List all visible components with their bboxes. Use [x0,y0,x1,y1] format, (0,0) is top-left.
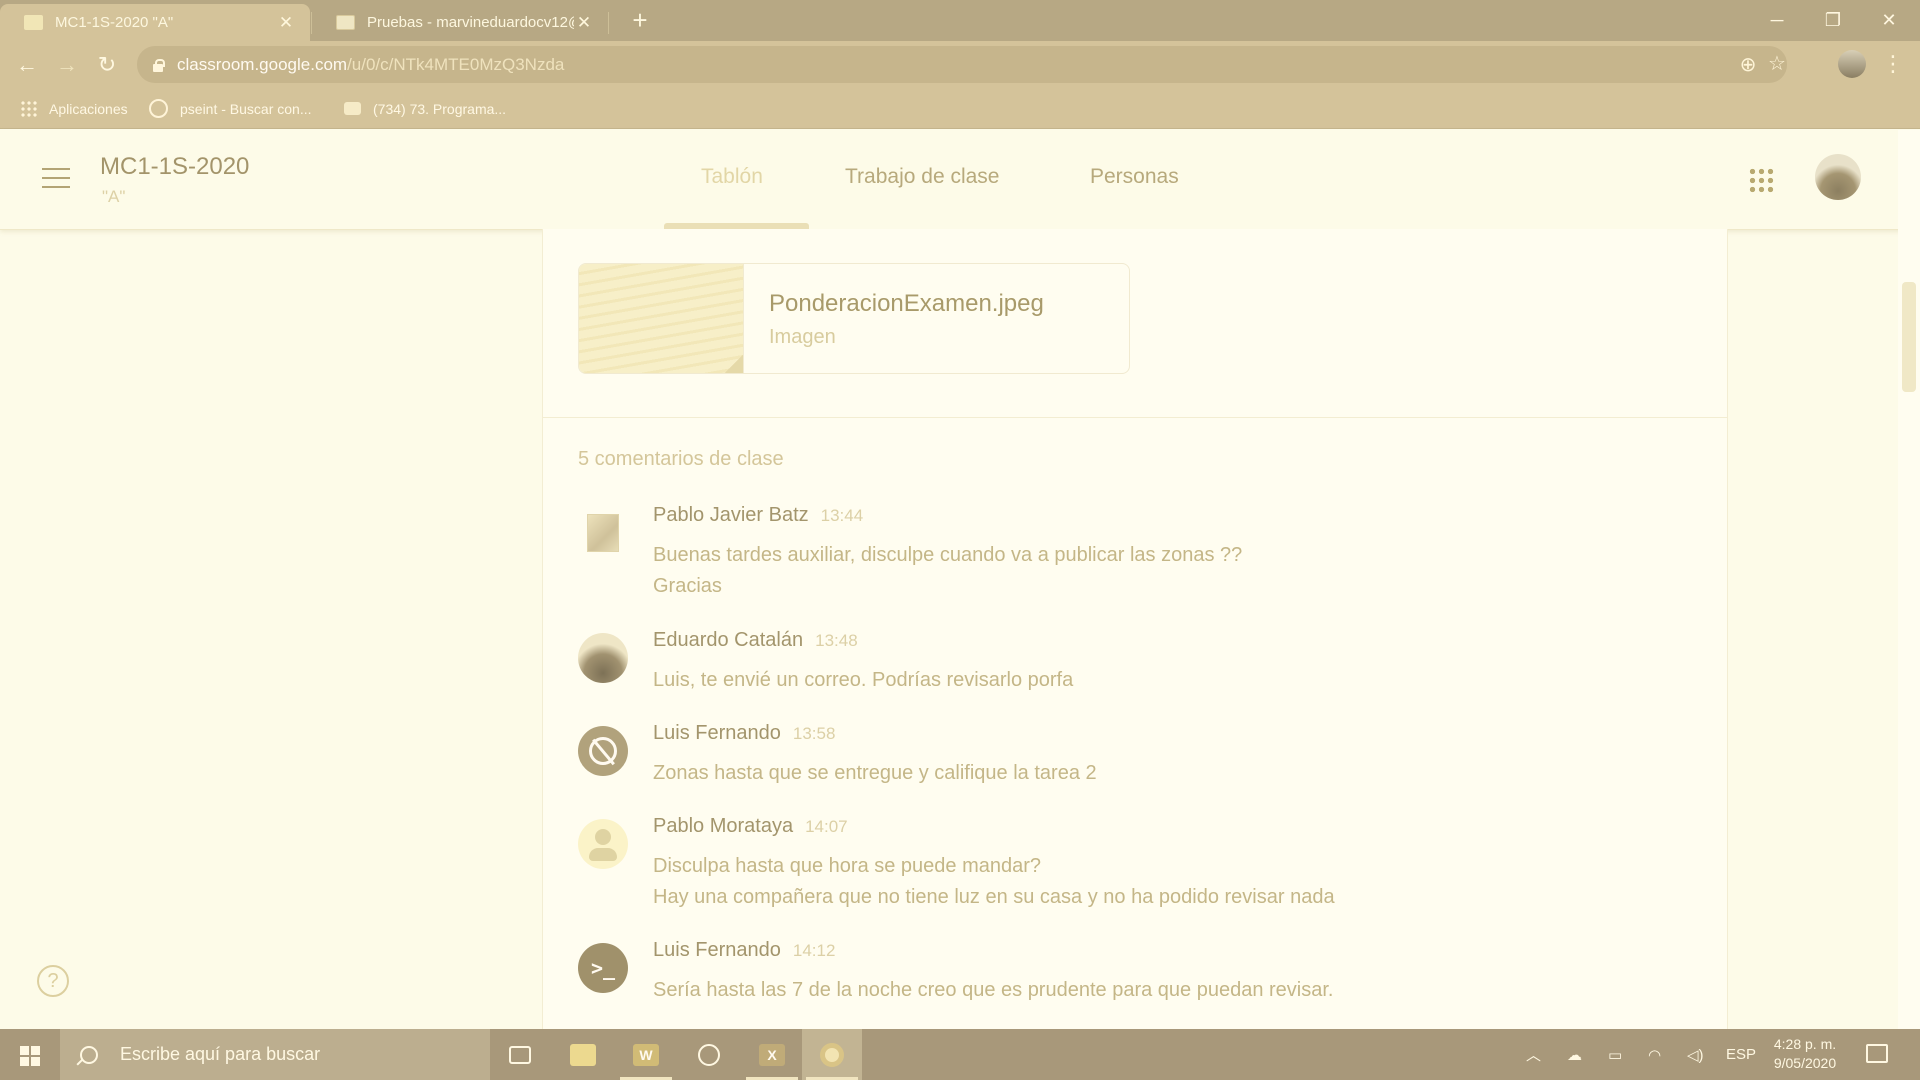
show-hidden-icons-chevron-icon[interactable]: ︿ [1526,1029,1541,1080]
comment-text: Buenas tardes auxiliar, disculpe cuando … [653,544,1243,597]
clock-date: 9/05/2020 [1773,1055,1837,1071]
url-path: /u/0/c/NTk4MTE0MzQ3Nzda [347,54,565,74]
announcement-card: PonderacionExamen.jpeg Imagen 5 comentar… [542,229,1728,1029]
bookmark-label: pseint - Buscar con... [180,100,312,117]
forward-arrow-icon[interactable]: → [52,50,82,80]
google-icon [149,99,168,118]
scrollbar-thumb[interactable] [1902,282,1916,392]
language-indicator[interactable]: ESP [1726,1029,1756,1080]
excel-icon[interactable]: X [742,1029,802,1080]
file-explorer-icon[interactable] [553,1029,613,1080]
apps-grid-icon [20,100,37,117]
wifi-icon[interactable]: ◠ [1648,1029,1661,1080]
bookmarks-bar: Aplicaciones pseint - Buscar con... (734… [0,88,1920,129]
back-arrow-icon[interactable]: ← [12,50,42,80]
comment-text: Zonas hasta que se entregue y califique … [653,762,1097,784]
restore-button[interactable]: ❐ [1810,6,1856,34]
profile-avatar[interactable] [1838,50,1866,78]
browser-tab-strip: MC1-1S-2020 "A" ✕ Pruebas - marvineduard… [0,0,1920,41]
tab-tablon[interactable]: Tablón [701,165,763,189]
tab-separator [608,12,609,34]
star-icon[interactable]: ☆ [1762,49,1792,79]
avatar [578,726,628,776]
tab-title: MC1-1S-2020 "A" [55,14,174,31]
tab-classroom[interactable]: MC1-1S-2020 "A" ✕ [0,4,310,41]
word-icon[interactable]: W [616,1029,676,1080]
task-view-icon[interactable] [490,1029,550,1080]
battery-icon[interactable]: ▭ [1608,1029,1622,1080]
reload-icon[interactable]: ↻ [92,50,122,80]
comments-count[interactable]: 5 comentarios de clase [578,448,784,471]
classroom-icon [24,15,43,30]
youtube-icon [344,102,361,115]
comment-author: Luis Fernando 13:58 [653,722,836,744]
browser-toolbar: ← → ↻ classroom.google.com/u/0/c/NTk4MTE… [0,41,1920,88]
close-icon[interactable]: ✕ [276,13,296,33]
bookmark-youtube[interactable]: (734) 73. Programa... [344,88,506,129]
tab-title: Pruebas - marvineduardocv12@g [367,14,574,31]
attachment-name: PonderacionExamen.jpeg [769,290,1044,317]
comment-text: Luis, te envié un correo. Podrías revisa… [653,669,1074,691]
volume-icon[interactable]: ◁) [1687,1029,1704,1080]
window-close-button[interactable]: ✕ [1866,6,1912,34]
lock-icon[interactable] [153,58,165,72]
attachment-type: Imagen [769,326,836,348]
bookmark-label: (734) 73. Programa... [373,100,507,117]
comment-author: Eduardo Catalán 13:48 [653,629,858,651]
gmail-icon [336,15,355,30]
scrollbar[interactable] [1898,130,1920,1030]
windows-start-icon[interactable] [20,1046,40,1066]
comment-time: 14:07 [805,817,848,836]
more-vert-icon[interactable]: ⋮ [1882,50,1904,80]
account-avatar[interactable] [1815,154,1861,200]
minimize-button[interactable]: ─ [1754,6,1800,34]
tab-personas[interactable]: Personas [1090,165,1179,189]
comment-text: Sería hasta las 7 de la noche creo que e… [653,979,1334,1001]
class-title[interactable]: MC1-1S-2020 [100,153,249,181]
tab-gmail[interactable]: Pruebas - marvineduardocv12@g ✕ [312,4,608,41]
whatsapp-icon[interactable] [679,1029,739,1080]
bookmark-label: Aplicaciones [49,100,128,117]
google-apps-icon[interactable] [1748,167,1774,193]
bookmark-pseint[interactable]: pseint - Buscar con... [149,88,312,129]
divider [543,417,1727,418]
avatar [578,508,628,558]
taskbar: Escribe aquí para buscar W X ︿ ☁ ▭ ◠ ◁) … [0,1029,1920,1080]
classroom-header: MC1-1S-2020 "A" Tablón Trabajo de clase … [0,129,1920,230]
avatar [578,819,628,869]
comment-author: Pablo Morataya 14:07 [653,815,848,837]
zoom-icon[interactable]: ⊕ [1733,50,1763,80]
comment-time: 13:58 [792,724,836,743]
help-icon[interactable]: ? [37,965,69,997]
clock[interactable]: 4:28 p. m. 9/05/2020 [1770,1035,1840,1073]
comment-author: Luis Fernando 14:12 [653,939,836,961]
avatar: >_ [578,943,628,993]
notification-icon[interactable] [1866,1044,1888,1063]
comment-time: 14:12 [792,941,836,960]
chrome-icon[interactable] [802,1029,862,1080]
comment-time: 13:44 [820,506,864,525]
comment-author: Pablo Javier Batz 13:44 [653,504,864,526]
bookmark-apps[interactable]: Aplicaciones [20,88,128,129]
new-tab-button[interactable]: + [626,7,654,35]
clock-time: 4:28 p. m. [1773,1036,1837,1052]
search-icon [80,1045,98,1064]
search-placeholder: Escribe aquí para buscar [120,1044,321,1064]
attachment-card[interactable]: PonderacionExamen.jpeg Imagen [578,263,1130,374]
tab-trabajo-de-clase[interactable]: Trabajo de clase [845,165,999,189]
url-host: classroom.google.com [177,54,348,74]
taskbar-search[interactable]: Escribe aquí para buscar [60,1029,490,1080]
class-section: "A" [102,187,126,206]
onedrive-icon[interactable]: ☁ [1567,1029,1582,1080]
avatar [578,633,628,683]
comment-text: Disculpa hasta que hora se puede mandar?… [653,855,1335,908]
attachment-thumbnail [579,264,744,373]
comment-time: 13:48 [815,631,858,650]
address-bar[interactable]: classroom.google.com/u/0/c/NTk4MTE0MzQ3N… [137,46,1787,83]
menu-icon[interactable] [42,168,70,190]
close-icon[interactable]: ✕ [574,13,594,33]
